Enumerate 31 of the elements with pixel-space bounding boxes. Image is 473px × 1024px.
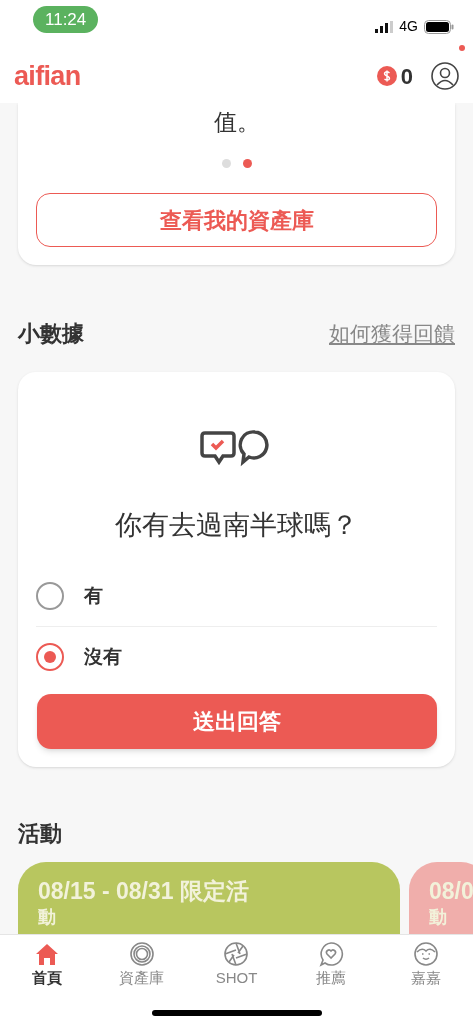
rings-icon	[128, 941, 155, 967]
coin-count: 0	[400, 62, 413, 91]
card-text: 值。	[213, 108, 260, 137]
survey-question: 你有去過南半球嗎？	[115, 509, 358, 542]
asset-library-button[interactable]: 查看我的資產庫	[36, 193, 437, 247]
radio-button[interactable]	[36, 581, 64, 610]
status-time: 11:24	[33, 5, 99, 34]
event-title: 動	[38, 906, 57, 928]
section-title: 活動	[18, 820, 63, 848]
section-title: 小數據	[18, 320, 84, 348]
battery-icon	[424, 19, 454, 34]
tab-item[interactable]: SHOT	[201, 941, 272, 990]
aperture-icon	[223, 941, 250, 967]
profile-icon[interactable]	[431, 62, 459, 90]
tab-item[interactable]: 推薦	[296, 941, 367, 990]
event-title: 08/15 - 08/31 限定活	[38, 877, 250, 906]
radio-button[interactable]	[36, 643, 64, 672]
answer-option[interactable]: 沒有	[36, 627, 437, 688]
face-icon	[412, 941, 439, 967]
tab-item[interactable]: 首頁	[12, 941, 83, 990]
how-to-link[interactable]: 如何獲得回饋	[329, 317, 455, 350]
logo: aifian	[14, 59, 81, 93]
submit-button[interactable]: 送出回答	[36, 693, 437, 749]
tab-item[interactable]: 嘉嘉	[390, 941, 461, 990]
tab-item[interactable]: 資產庫	[106, 941, 177, 990]
coin-icon	[376, 66, 397, 86]
network-label: 4G	[399, 17, 418, 36]
signal-icon	[375, 20, 394, 33]
heart-bubble-icon	[318, 941, 345, 967]
answer-option[interactable]: 有	[36, 565, 437, 627]
event-title: 動	[429, 906, 448, 928]
